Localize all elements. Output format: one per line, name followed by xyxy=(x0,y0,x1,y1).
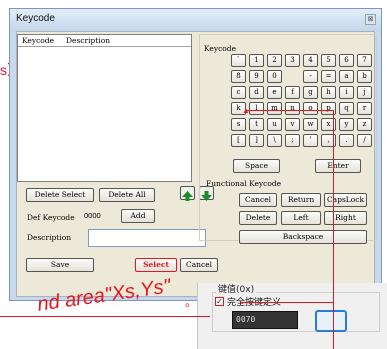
key-1-0[interactable]: 8 xyxy=(231,70,246,83)
key-4-2[interactable]: u xyxy=(267,118,282,131)
key-0-4[interactable]: 4 xyxy=(303,54,318,67)
key-2-2[interactable]: e xyxy=(267,86,282,99)
def-keycode-value[interactable]: 0000 xyxy=(84,211,101,220)
key-3-4[interactable]: o xyxy=(303,102,318,115)
key-0-6[interactable]: 6 xyxy=(339,54,354,67)
description-label: Description xyxy=(27,233,72,242)
key-4-3[interactable]: v xyxy=(285,118,300,131)
key-0-2[interactable]: 2 xyxy=(267,54,282,67)
keycode-group-label: Keycode xyxy=(204,44,237,53)
key-3-1[interactable]: l xyxy=(249,102,264,115)
key-4-0[interactable]: s xyxy=(231,118,246,131)
select-button[interactable]: Select xyxy=(135,258,177,272)
full-key-checkbox[interactable]: ✓ xyxy=(215,297,224,306)
left-key[interactable]: Left xyxy=(281,211,321,225)
annotation-connector-vertical xyxy=(333,110,334,349)
backspace-key[interactable]: Backspace xyxy=(239,230,367,244)
enter-key[interactable]: Enter xyxy=(315,159,361,173)
capslock-key[interactable]: CapsLock xyxy=(324,193,367,207)
key-0-7[interactable]: 7 xyxy=(357,54,372,67)
delete-select-button[interactable]: Delete Select xyxy=(26,188,94,202)
key-5-1[interactable]: ] xyxy=(249,134,264,147)
annotation-arrowhead: ▲ xyxy=(242,106,250,115)
functional-keycode-label: Functional Keycode xyxy=(206,179,282,188)
key-4-4[interactable]: w xyxy=(303,118,318,131)
def-keycode-label: Def Keycode xyxy=(27,213,75,222)
key-3-6[interactable]: q xyxy=(339,102,354,115)
move-up-button[interactable] xyxy=(180,186,195,201)
key-0-0[interactable]: ` xyxy=(231,54,246,67)
annotation-connector-bottom xyxy=(0,316,210,317)
column-keycode[interactable]: Keycode xyxy=(22,36,54,45)
cancel-button[interactable]: Cancel xyxy=(180,258,218,272)
key-5-3[interactable]: ; xyxy=(285,134,300,147)
return-key[interactable]: Return xyxy=(281,193,321,207)
key-5-0[interactable]: [ xyxy=(231,134,246,147)
description-field[interactable] xyxy=(88,229,206,247)
key-1-5[interactable]: a xyxy=(339,70,354,83)
key-5-6[interactable]: . xyxy=(339,134,354,147)
key-2-1[interactable]: d xyxy=(249,86,264,99)
annotation-connector-top xyxy=(245,110,334,111)
key-2-0[interactable]: c xyxy=(231,86,246,99)
key-4-7[interactable]: z xyxy=(357,118,372,131)
close-icon[interactable]: ⊠ xyxy=(365,14,376,25)
key-1-1[interactable]: 9 xyxy=(249,70,264,83)
key-2-3[interactable]: f xyxy=(285,86,300,99)
key-value-panel: 键值(0x) ✓ 完全按键定义 0070 xyxy=(197,282,387,349)
key-0-5[interactable]: 5 xyxy=(321,54,336,67)
window-title: Keycode xyxy=(16,13,55,24)
key-2-5[interactable]: h xyxy=(321,86,336,99)
annotation-connector-panel xyxy=(240,302,333,303)
arrow-up-icon xyxy=(182,191,193,201)
key-1-2[interactable]: 0 xyxy=(267,70,282,83)
add-button[interactable]: Add xyxy=(121,209,155,223)
key-5-4[interactable]: ' xyxy=(303,134,318,147)
save-button[interactable]: Save xyxy=(26,258,94,272)
key-0-1[interactable]: 1 xyxy=(249,54,264,67)
key-4-1[interactable]: t xyxy=(249,118,264,131)
right-key[interactable]: Right xyxy=(324,211,367,225)
key-2-7[interactable]: j xyxy=(357,86,372,99)
key-2-6[interactable]: i xyxy=(339,86,354,99)
delete-key[interactable]: Delete xyxy=(239,211,277,225)
key-3-7[interactable]: r xyxy=(357,102,372,115)
key-1-3[interactable]: - xyxy=(303,70,318,83)
key-1-4[interactable]: = xyxy=(321,70,336,83)
key-value-label: 键值(0x) xyxy=(216,282,257,295)
list-header: Keycode Description xyxy=(18,35,191,47)
title-bar[interactable]: Keycode ⊠ xyxy=(10,9,381,31)
keycode-list[interactable]: Keycode Description xyxy=(17,34,192,182)
key-1-6[interactable]: b xyxy=(357,70,372,83)
key-4-6[interactable]: y xyxy=(339,118,354,131)
key-5-7[interactable]: / xyxy=(357,134,372,147)
browse-button[interactable] xyxy=(315,310,347,332)
annotation-bottom-dot: 。 xyxy=(185,295,198,309)
key-value-field[interactable]: 0070 xyxy=(232,311,298,329)
key-2-4[interactable]: g xyxy=(303,86,318,99)
key-5-2[interactable]: \ xyxy=(267,134,282,147)
cancel-key[interactable]: Cancel xyxy=(239,193,277,207)
space-key[interactable]: Space xyxy=(233,159,280,173)
column-description[interactable]: Description xyxy=(66,36,110,45)
delete-all-button[interactable]: Delete All xyxy=(99,188,155,202)
key-3-2[interactable]: m xyxy=(267,102,282,115)
key-0-3[interactable]: 3 xyxy=(285,54,300,67)
key-3-3[interactable]: n xyxy=(285,102,300,115)
